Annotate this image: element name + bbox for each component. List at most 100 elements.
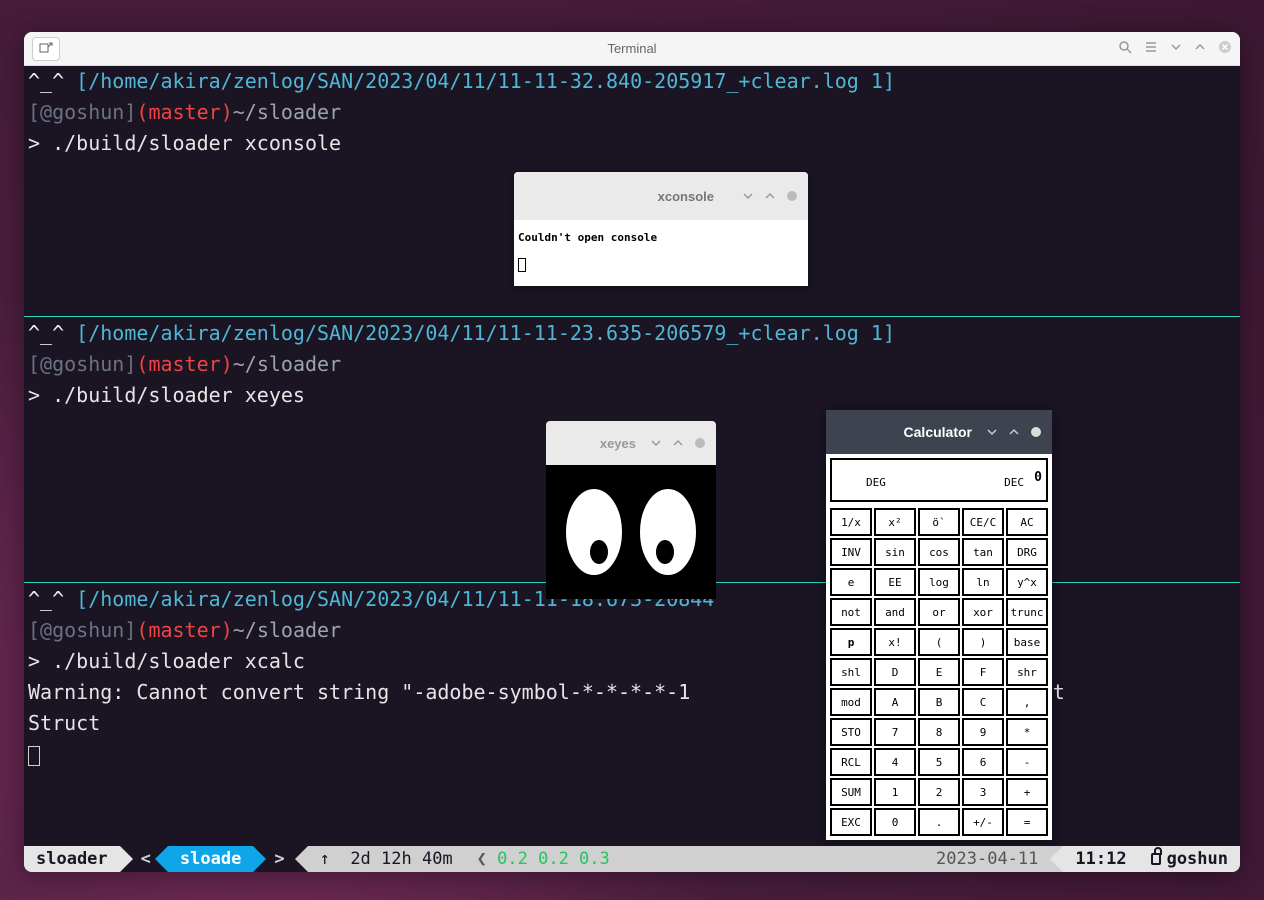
log-path: /home/akira/zenlog/SAN/2023/04/11/11-11-…	[88, 69, 859, 93]
calc-btn-[interactable]: +/-	[962, 808, 1004, 836]
xconsole-title: xconsole	[658, 181, 714, 212]
calc-btn-[interactable]: )	[962, 628, 1004, 656]
status-prev[interactable]: <	[133, 846, 155, 872]
xconsole-titlebar[interactable]: xconsole	[514, 172, 808, 220]
terminal-body[interactable]: ^_^ [/home/akira/zenlog/SAN/2023/04/11/1…	[24, 66, 1240, 872]
calc-btn-7[interactable]: 7	[874, 718, 916, 746]
calc-btn-base[interactable]: base	[1006, 628, 1048, 656]
calc-btn-3[interactable]: 3	[962, 778, 1004, 806]
calc-btn-x[interactable]: x!	[874, 628, 916, 656]
calc-btn-cos[interactable]: cos	[918, 538, 960, 566]
close-icon[interactable]	[786, 190, 798, 202]
calc-btn-sin[interactable]: sin	[874, 538, 916, 566]
calc-btn-shr[interactable]: shr	[1006, 658, 1048, 686]
calc-btn-d[interactable]: D	[874, 658, 916, 686]
calc-btn-[interactable]: .	[918, 808, 960, 836]
calc-btn-ln[interactable]: ln	[962, 568, 1004, 596]
calc-btn-c[interactable]: C	[962, 688, 1004, 716]
calc-btn-[interactable]: ö`	[918, 508, 960, 536]
calc-btn-b[interactable]: B	[918, 688, 960, 716]
calc-btn-x[interactable]: x²	[874, 508, 916, 536]
calc-btn-drg[interactable]: DRG	[1006, 538, 1048, 566]
calc-btn-e[interactable]: E	[918, 658, 960, 686]
calc-btn-mod[interactable]: mod	[830, 688, 872, 716]
status-session[interactable]: sloader	[24, 846, 120, 872]
calc-btn-exc[interactable]: EXC	[830, 808, 872, 836]
calc-btn-1[interactable]: 1	[874, 778, 916, 806]
calc-btn-5[interactable]: 5	[918, 748, 960, 776]
calc-btn-and[interactable]: and	[874, 598, 916, 626]
calc-btn-shl[interactable]: shl	[830, 658, 872, 686]
status-next[interactable]: >	[266, 846, 294, 872]
cursor	[518, 258, 526, 272]
cwd: ~/sloader	[233, 352, 341, 376]
calc-btn-or[interactable]: or	[918, 598, 960, 626]
calc-btn-yx[interactable]: y^x	[1006, 568, 1048, 596]
calc-btn-[interactable]: +	[1006, 778, 1048, 806]
prompt-face: ^_^	[28, 587, 64, 611]
calc-btn-4[interactable]: 4	[874, 748, 916, 776]
calc-btn-inv[interactable]: INV	[830, 538, 872, 566]
branch: master	[148, 618, 220, 642]
status-window-active[interactable]: sloade	[168, 846, 253, 872]
calc-btn-ac[interactable]: AC	[1006, 508, 1048, 536]
calc-btn-rcl[interactable]: RCL	[830, 748, 872, 776]
chevron-down-icon[interactable]	[1170, 41, 1182, 57]
calc-btn-a[interactable]: A	[874, 688, 916, 716]
calc-btn-trunc[interactable]: trunc	[1006, 598, 1048, 626]
status-date: 2023-04-11	[924, 846, 1050, 872]
calc-btn-xor[interactable]: xor	[962, 598, 1004, 626]
calc-btn-sum[interactable]: SUM	[830, 778, 872, 806]
new-tab-button[interactable]	[32, 37, 60, 61]
calc-btn-log[interactable]: log	[918, 568, 960, 596]
calc-btn-[interactable]: -	[1006, 748, 1048, 776]
status-uptime: ↑ 2d 12h 40m	[308, 846, 465, 872]
calculator-window[interactable]: Calculator 0 DEG DEC 1/xx²ö`CE/CACINVsin…	[826, 410, 1052, 840]
calc-btn-[interactable]: (	[918, 628, 960, 656]
xconsole-window[interactable]: xconsole Couldn't open console	[514, 172, 808, 286]
pane-divider[interactable]	[24, 316, 1240, 317]
chevron-up-icon[interactable]	[672, 437, 684, 449]
log-num: 1	[871, 69, 883, 93]
calc-btn-8[interactable]: 8	[918, 718, 960, 746]
status-time: 11:12	[1063, 846, 1138, 872]
log-num: 1	[871, 321, 883, 345]
calc-btn-6[interactable]: 6	[962, 748, 1004, 776]
pane-3[interactable]: ^_^ [/home/akira/zenlog/SAN/2023/04/11/1…	[24, 584, 1240, 848]
xeyes-window[interactable]: xeyes	[546, 421, 716, 599]
chevron-up-icon[interactable]	[1008, 426, 1020, 438]
calc-btn-0[interactable]: 0	[874, 808, 916, 836]
calc-btn-ee[interactable]: EE	[874, 568, 916, 596]
calc-btn-[interactable]: *	[1006, 718, 1048, 746]
calc-btn-not[interactable]: not	[830, 598, 872, 626]
calc-btn-sto[interactable]: STO	[830, 718, 872, 746]
chevron-up-icon[interactable]	[1194, 41, 1206, 57]
xeyes-titlebar[interactable]: xeyes	[546, 421, 716, 465]
calc-btn-f[interactable]: F	[962, 658, 1004, 686]
menu-icon[interactable]	[1144, 40, 1158, 58]
close-icon[interactable]	[1218, 40, 1232, 58]
chevron-down-icon[interactable]	[986, 426, 998, 438]
output-line: Struct	[28, 711, 100, 735]
calculator-titlebar[interactable]: Calculator	[826, 410, 1052, 454]
xconsole-message: Couldn't open console	[518, 222, 804, 253]
search-icon[interactable]	[1118, 40, 1132, 58]
xeyes-title: xeyes	[600, 428, 636, 459]
separator-icon	[155, 846, 168, 872]
calc-btn-[interactable]: ,	[1006, 688, 1048, 716]
chevron-down-icon[interactable]	[650, 437, 662, 449]
tmux-statusbar: sloader < sloade > ↑ 2d 12h 40m ❮ 0.2 0.…	[24, 846, 1240, 872]
calc-btn-1x[interactable]: 1/x	[830, 508, 872, 536]
calc-btn-[interactable]: =	[1006, 808, 1048, 836]
calc-btn-p[interactable]: p	[830, 628, 872, 656]
chevron-up-icon[interactable]	[764, 190, 776, 202]
calc-btn-cec[interactable]: CE/C	[962, 508, 1004, 536]
calc-btn-9[interactable]: 9	[962, 718, 1004, 746]
calc-btn-tan[interactable]: tan	[962, 538, 1004, 566]
calc-btn-e[interactable]: e	[830, 568, 872, 596]
command: ./build/sloader xconsole	[52, 131, 341, 155]
chevron-down-icon[interactable]	[742, 190, 754, 202]
close-icon[interactable]	[694, 437, 706, 449]
calc-btn-2[interactable]: 2	[918, 778, 960, 806]
close-icon[interactable]	[1030, 426, 1042, 438]
